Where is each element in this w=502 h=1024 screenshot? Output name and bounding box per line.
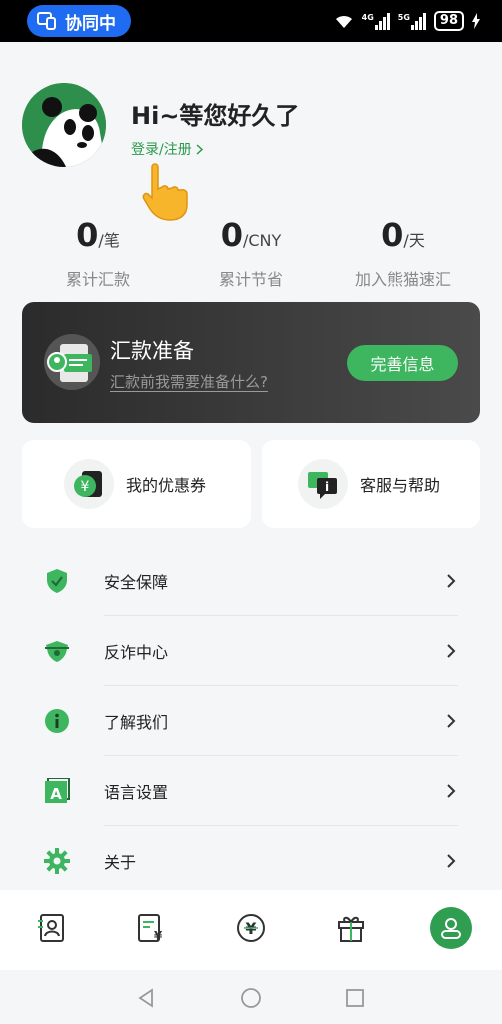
menu-item-about-us[interactable]: 了解我们: [22, 686, 480, 756]
login-register-label: 登录/注册: [131, 142, 192, 158]
tab-orders[interactable]: ¥: [131, 908, 171, 948]
contacts-icon: [38, 914, 64, 942]
complete-info-button[interactable]: 完善信息: [347, 345, 458, 381]
stat-unit: /CNY: [242, 231, 282, 250]
shortcut-label: 我的优惠券: [126, 476, 207, 495]
status-bar: 协同中 4G 5G 98: [0, 0, 502, 42]
menu-item-language[interactable]: A 语言设置: [22, 756, 480, 826]
panda-avatar-icon: [22, 83, 106, 167]
prep-guide-link[interactable]: 汇款前我需要准备什么?: [110, 371, 268, 392]
profile-icon: [441, 918, 461, 939]
stat-value: 0: [220, 216, 243, 254]
tab-rewards[interactable]: [331, 908, 371, 948]
menu-label: 反诈中心: [104, 643, 169, 662]
chevron-right-icon: [447, 714, 456, 728]
settings-menu: 安全保障 反诈中心 了解我们 A 语言设置 关于: [22, 546, 480, 896]
svg-text:A: A: [50, 785, 62, 803]
my-coupons-card[interactable]: ¥ 我的优惠券: [22, 440, 251, 528]
greeting-title: Hi~等您好久了: [131, 102, 300, 130]
collab-indicator[interactable]: 协同中: [27, 5, 131, 37]
stat-remittances: 0/笔 累计汇款: [23, 216, 173, 290]
back-icon[interactable]: [135, 987, 157, 1009]
shortcut-label: 客服与帮助: [360, 476, 441, 495]
stat-value: 0: [76, 216, 99, 254]
stat-unit: /天: [403, 231, 425, 250]
stats-row: 0/笔 累计汇款 0/CNY 累计节省 0/天 加入熊猫速汇: [0, 216, 502, 289]
gear-icon: [44, 848, 70, 874]
avatar[interactable]: [22, 83, 106, 167]
orders-icon: ¥: [138, 914, 163, 943]
menu-label: 语言设置: [104, 783, 169, 802]
chevron-right-icon: [447, 854, 456, 868]
stat-label: 加入熊猫速汇: [354, 270, 451, 289]
pointing-hand-icon: [142, 163, 188, 221]
prep-title: 汇款准备: [110, 339, 194, 363]
signal-4g: 4G: [362, 12, 390, 30]
id-card-icon: [44, 334, 100, 390]
language-icon: A: [45, 778, 70, 803]
stat-label: 累计节省: [218, 270, 283, 289]
chevron-right-icon: [196, 143, 203, 155]
recents-icon[interactable]: [344, 987, 366, 1009]
stat-days-joined: 0/天 加入熊猫速汇: [328, 216, 478, 290]
menu-item-security[interactable]: 安全保障: [22, 546, 480, 616]
menu-item-anti-fraud[interactable]: 反诈中心: [22, 616, 480, 686]
remittance-prep-card[interactable]: 汇款准备 汇款前我需要准备什么? 完善信息: [22, 302, 480, 423]
svg-text:¥: ¥: [154, 929, 163, 943]
gift-icon: [338, 916, 364, 942]
home-icon[interactable]: [240, 987, 262, 1009]
menu-item-about[interactable]: 关于: [22, 826, 480, 896]
status-icons: 4G 5G 98: [334, 10, 480, 32]
svg-text:¥: ¥: [81, 479, 90, 495]
chevron-right-icon: [447, 574, 456, 588]
menu-label: 关于: [104, 853, 137, 872]
stat-savings: 0/CNY 累计节省: [176, 216, 326, 290]
tab-contacts[interactable]: [31, 908, 71, 948]
help-chat-icon: i: [298, 459, 348, 509]
signal-5g: 5G: [398, 12, 426, 30]
chevron-right-icon: [447, 784, 456, 798]
wifi-icon: [335, 15, 352, 28]
menu-label: 了解我们: [104, 713, 169, 732]
svg-text:i: i: [325, 480, 329, 494]
stat-value: 0: [381, 216, 404, 254]
battery-indicator: 98: [433, 11, 464, 31]
tab-profile[interactable]: [430, 907, 472, 949]
coupon-icon: ¥: [64, 459, 114, 509]
customer-service-card[interactable]: i 客服与帮助: [262, 440, 480, 528]
tab-remit[interactable]: ¥: [231, 908, 271, 948]
menu-label: 安全保障: [104, 573, 169, 592]
login-register-link[interactable]: 登录/注册: [131, 139, 203, 159]
chevron-right-icon: [447, 644, 456, 658]
system-navigation-bar: [0, 970, 502, 1024]
remit-icon: ¥: [237, 914, 265, 942]
multi-device-icon: [37, 12, 56, 30]
charging-icon: [472, 13, 480, 29]
stat-unit: /笔: [98, 231, 120, 250]
shield-check-icon: [47, 569, 67, 593]
anti-fraud-icon: [45, 641, 69, 662]
info-icon: [45, 709, 69, 733]
stat-label: 累计汇款: [65, 270, 130, 289]
bottom-tab-bar: ¥ ¥: [0, 890, 502, 970]
collab-label: 协同中: [65, 13, 116, 34]
